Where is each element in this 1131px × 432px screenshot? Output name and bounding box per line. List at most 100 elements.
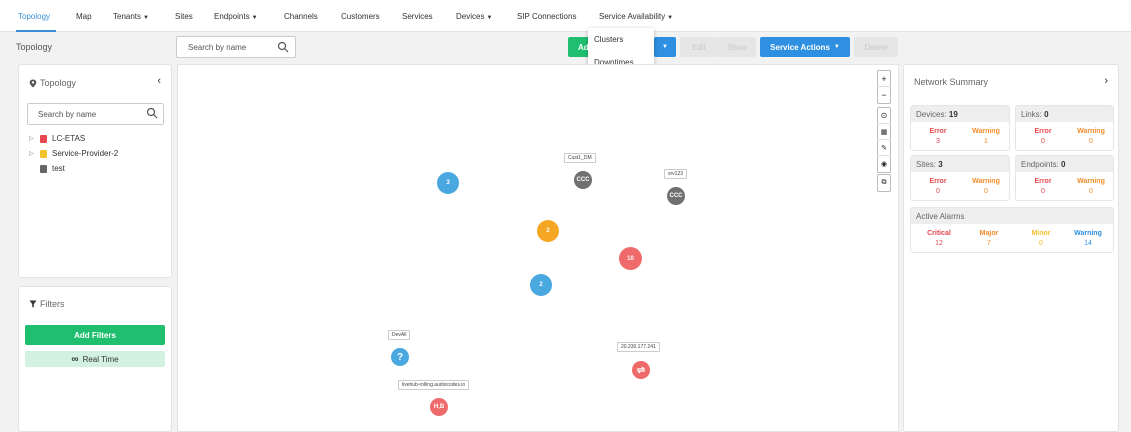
tree-item-lc-etas[interactable]: ▷ LC-ETAS (29, 134, 85, 143)
endpoints-summary-card[interactable]: Endpoints: 0 Error 0 Warning 0 (1015, 155, 1114, 201)
database-icon (40, 149, 47, 158)
nav-customers[interactable]: Customers (341, 12, 380, 21)
warning-label: Warning (972, 178, 1000, 185)
service-actions-button[interactable]: Service Actions ▼ (760, 37, 850, 57)
error-label: Error (929, 178, 947, 185)
eye-icon[interactable]: ◉ (877, 156, 891, 172)
active-alarms-header: Active Alarms (911, 208, 1113, 224)
devices-label: Devices: (916, 110, 947, 119)
alarm-minor: Minor 0 (1021, 230, 1061, 247)
tree-item-test[interactable]: test (29, 164, 65, 173)
links-count: 0 (1044, 110, 1049, 119)
tree-item-label: LC-ETAS (52, 134, 86, 143)
brush-icon[interactable]: ✎ (877, 140, 891, 156)
add-filters-button[interactable]: Add Filters (25, 325, 165, 345)
delete-button[interactable]: Delete (854, 37, 898, 57)
gateway-device-icon[interactable] (632, 361, 650, 379)
database-icon (40, 164, 47, 173)
caret-down-icon: ▼ (486, 15, 493, 21)
cluster-node[interactable]: 2 (537, 220, 559, 242)
nav-sites[interactable]: Sites (175, 12, 193, 21)
cluster-node[interactable]: 10 (619, 247, 642, 270)
endpoints-header: Endpoints: 0 (1016, 156, 1113, 172)
nav-services[interactable]: Services (402, 12, 433, 21)
hb-device-icon[interactable]: H,B (430, 398, 448, 416)
endpoints-warning: Warning 0 (1071, 178, 1111, 195)
zoom-out-icon[interactable]: − (877, 87, 891, 103)
edit-button[interactable]: Edit (680, 37, 718, 57)
alarm-critical: Critical 12 (919, 230, 959, 247)
caret-down-icon: ▼ (143, 15, 149, 21)
links-error: Error 0 (1028, 128, 1058, 145)
tree-item-label: test (52, 164, 65, 173)
nav-sip-connections[interactable]: SIP Connections (517, 12, 576, 21)
page-title: Topology (16, 42, 53, 52)
nav-endpoints[interactable]: Endpoints ▼ (214, 12, 258, 21)
layout-icon[interactable]: ⧉ (877, 175, 891, 191)
expand-chevron-icon[interactable]: › (1104, 75, 1108, 87)
tree-item-service-provider-2[interactable]: ▷ Service-Provider-2 (29, 149, 118, 158)
nav-topology[interactable]: Topology (18, 12, 50, 21)
unknown-device-icon[interactable]: ? (391, 348, 409, 366)
active-alarms-card[interactable]: Active Alarms Critical 12 Major 7 Minor … (910, 207, 1114, 253)
error-label: Error (1034, 178, 1052, 185)
layout-tools: ⧉ (877, 174, 891, 192)
links-warning: Warning 0 (1071, 128, 1111, 145)
service-actions-label: Service Actions (770, 42, 830, 52)
collapse-chevron-icon[interactable]: ‹ (157, 75, 161, 87)
expand-triangle-icon[interactable]: ▷ (29, 135, 35, 142)
links-summary-card[interactable]: Links: 0 Error 0 Warning 0 (1015, 105, 1114, 151)
devices-count: 19 (948, 110, 958, 119)
tree-search-input[interactable]: Search by name (27, 103, 164, 125)
nav-map[interactable]: Map (76, 12, 92, 21)
tree-item-label: Service-Provider-2 (52, 149, 119, 158)
alarm-warning-value: 14 (1084, 240, 1092, 247)
add-button[interactable]: Ad (568, 37, 590, 57)
sites-summary-card[interactable]: Sites: 3 Error 0 Warning 0 (910, 155, 1010, 201)
device-label: 20.230.177.241 (617, 342, 660, 352)
endpoints-count: 0 (1061, 160, 1066, 169)
network-summary-title: Network Summary (914, 77, 989, 87)
network-summary-panel: Network Summary › Devices: 19 Error 3 Wa… (903, 64, 1119, 432)
cluster-node[interactable]: 2 (530, 274, 552, 296)
caret-down-icon: ▼ (667, 15, 674, 21)
real-time-toggle[interactable]: ∞ Real Time (25, 351, 165, 367)
devices-header: Devices: 19 (911, 106, 1009, 122)
major-label: Major (979, 230, 999, 237)
sites-error: Error 0 (923, 178, 953, 195)
expand-triangle-icon[interactable]: ▷ (29, 150, 35, 157)
nav-channels[interactable]: Channels (284, 12, 318, 21)
topology-canvas[interactable]: 3 2 10 2 Cust1_DM CCC srv123 CCC DevAll … (177, 64, 899, 432)
target-icon[interactable]: ⊙ (877, 108, 891, 124)
menu-item-clusters[interactable]: Clusters (594, 35, 623, 44)
devices-warning: Warning 1 (966, 128, 1006, 145)
minor-value: 0 (1039, 240, 1043, 247)
topology-tree-panel: Topology ‹ Search by name ▷ LC-ETAS ▷ Se… (18, 64, 172, 278)
nav-tenants[interactable]: Tenants ▼ (113, 12, 149, 21)
devices-error: Error 3 (923, 128, 953, 145)
search-input[interactable]: Search by name (176, 36, 296, 58)
warning-label: Warning (1077, 128, 1105, 135)
grid-icon[interactable]: ▦ (877, 124, 891, 140)
critical-label: Critical (927, 230, 951, 237)
sbc-device-icon[interactable]: CCC (574, 171, 592, 189)
nav-devices[interactable]: Devices ▼ (456, 12, 492, 21)
canvas-tools: ⊙ ▦ ✎ ◉ (877, 107, 891, 173)
filters-title: Filters (40, 299, 65, 309)
devices-summary-card[interactable]: Devices: 19 Error 3 Warning 1 (910, 105, 1010, 151)
dropdown-toggle-button[interactable]: ▼ (654, 37, 676, 57)
device-label: livehub-rolling.audiocodes.io (398, 380, 470, 390)
sbc-device-icon[interactable]: CCC (667, 187, 685, 205)
infinity-icon: ∞ (71, 353, 79, 365)
show-button[interactable]: Show (718, 37, 756, 57)
topology-panel-title: Topology (40, 78, 77, 88)
warning-label: Warning (972, 128, 1000, 135)
zoom-in-icon[interactable]: + (877, 71, 891, 87)
nav-service-availability[interactable]: Service Availability ▼ (599, 12, 673, 21)
caret-down-icon: ▼ (833, 44, 840, 50)
device-label: DevAll (388, 330, 411, 340)
filter-icon (29, 300, 37, 308)
alarm-warning: Warning 14 (1066, 230, 1110, 247)
error-value: 0 (1041, 138, 1045, 145)
cluster-node[interactable]: 3 (437, 172, 459, 194)
